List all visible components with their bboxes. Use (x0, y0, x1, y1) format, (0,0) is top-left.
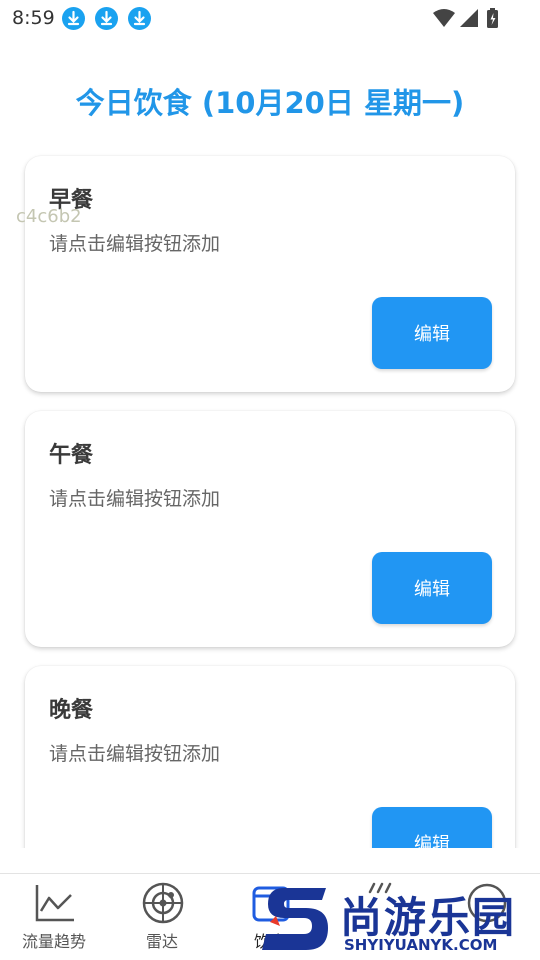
nav-label: 雷达 (145, 932, 178, 951)
meal-card-breakfast: 早餐 请点击编辑按钮添加 编辑 (25, 156, 515, 392)
status-indicators (432, 7, 502, 29)
meal-title: 午餐 (49, 443, 94, 468)
meal-list[interactable]: 早餐 请点击编辑按钮添加 编辑 午餐 请点击编辑按钮添加 编辑 晚餐 请点击编辑… (0, 140, 540, 848)
watermark-logo-icon (262, 882, 332, 956)
meal-title: 晚餐 (49, 698, 94, 723)
edit-button-lunch[interactable]: 编辑 (372, 552, 492, 624)
nav-label: 流量趋势 (21, 932, 86, 951)
meal-card-dinner: 晚餐 请点击编辑按钮添加 编辑 (25, 666, 515, 848)
radar-icon (142, 882, 184, 924)
signal-icon (460, 9, 478, 27)
meal-description: 请点击编辑按钮添加 (49, 743, 221, 765)
line-chart-icon (34, 882, 76, 924)
download-icon (62, 7, 85, 30)
download-icon (128, 7, 151, 30)
watermark: 尚游乐园 SHYIYUANYK.COM (262, 880, 540, 960)
download-icon (95, 7, 118, 30)
meal-description: 请点击编辑按钮添加 (49, 233, 221, 255)
debug-color-text: c4c6b2 (16, 206, 82, 227)
edit-button-breakfast[interactable]: 编辑 (372, 297, 492, 369)
status-time: 8:59 (12, 7, 55, 29)
nav-item-radar[interactable]: 雷达 (108, 874, 216, 960)
meal-description: 请点击编辑按钮添加 (49, 488, 221, 510)
edit-button-dinner[interactable]: 编辑 (372, 807, 492, 848)
wifi-icon (433, 9, 455, 27)
battery-charging-icon (487, 8, 498, 28)
meal-card-lunch: 午餐 请点击编辑按钮添加 编辑 (25, 411, 515, 647)
page-title: 今日饮食 (10月20日 星期一) (75, 86, 465, 120)
status-bar: 8:59 (0, 0, 540, 38)
nav-item-traffic-trend[interactable]: 流量趋势 (0, 874, 108, 960)
watermark-url: SHYIYUANYK.COM (344, 936, 498, 954)
